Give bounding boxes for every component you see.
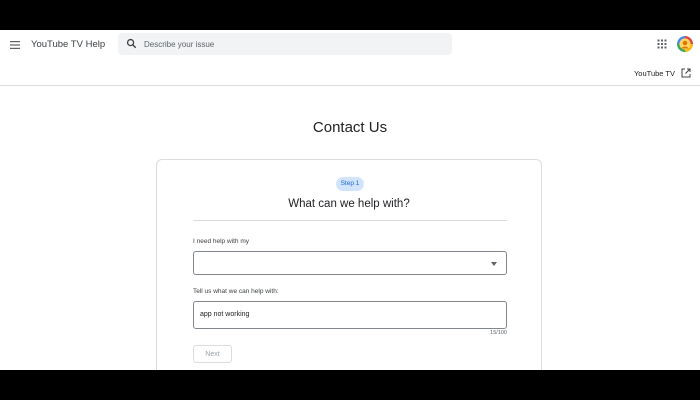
- dropdown-arrow-icon: [491, 262, 497, 266]
- step-badge: Step 1: [336, 177, 364, 191]
- youtube-tv-link-label[interactable]: YouTube TV: [634, 69, 675, 78]
- product-subheader: YouTube TV: [0, 60, 700, 86]
- page-title: Contact Us: [312, 119, 388, 136]
- hamburger-menu-icon[interactable]: [9, 39, 21, 51]
- search-bar[interactable]: [118, 33, 452, 55]
- details-textarea[interactable]: app not working: [193, 301, 507, 329]
- divider: [193, 220, 507, 221]
- next-button[interactable]: Next: [193, 345, 232, 363]
- details-label: Tell us what we can help with:: [193, 288, 279, 295]
- account-avatar[interactable]: [677, 36, 693, 52]
- details-value: app not working: [200, 311, 250, 318]
- topic-dropdown[interactable]: [193, 251, 507, 275]
- youtube-tv-link[interactable]: YouTube TV: [634, 68, 691, 78]
- top-app-bar: YouTube TV Help: [0, 30, 700, 60]
- character-counter: 15/100: [490, 330, 507, 336]
- contact-form-card: Step 1 What can we help with? I need hel…: [156, 159, 542, 370]
- step-title: What can we help with?: [288, 198, 410, 210]
- app-name[interactable]: YouTube TV Help: [31, 39, 105, 50]
- topic-label: I need help with my: [193, 238, 250, 245]
- google-apps-grid-icon[interactable]: [657, 39, 667, 49]
- open-in-new-icon[interactable]: [681, 68, 691, 78]
- search-icon: [126, 38, 137, 49]
- help-page: YouTube TV Help Describe your issue YouT…: [0, 30, 700, 370]
- search-input[interactable]: [144, 36, 444, 52]
